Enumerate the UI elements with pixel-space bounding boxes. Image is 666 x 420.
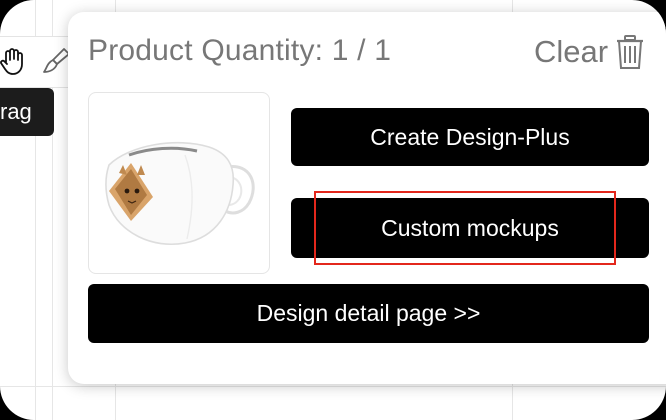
hand-drag-icon[interactable] bbox=[0, 46, 28, 76]
clear-button[interactable]: Clear bbox=[534, 32, 646, 72]
face-mask-product-image bbox=[105, 141, 255, 245]
app-frame: rag Product Quantity: 1 / 1 Clear Create… bbox=[0, 0, 666, 420]
create-design-plus-button[interactable]: Create Design-Plus bbox=[291, 108, 649, 166]
tooltip: rag bbox=[0, 88, 54, 136]
trash-icon bbox=[617, 35, 644, 69]
canvas-grid-line bbox=[0, 386, 666, 387]
popup-title: Product Quantity: 1 / 1 bbox=[88, 34, 392, 67]
product-quantity-popup: Product Quantity: 1 / 1 Clear Create Des… bbox=[68, 12, 666, 384]
product-thumbnail[interactable] bbox=[88, 92, 270, 274]
clear-label: Clear bbox=[534, 34, 609, 69]
create-design-plus-label: Create Design-Plus bbox=[370, 123, 570, 150]
custom-mockups-button[interactable]: Custom mockups bbox=[291, 198, 649, 258]
design-detail-page-label: Design detail page >> bbox=[256, 300, 481, 326]
design-detail-page-button[interactable]: Design detail page >> bbox=[88, 284, 649, 343]
custom-mockups-label: Custom mockups bbox=[381, 214, 559, 241]
